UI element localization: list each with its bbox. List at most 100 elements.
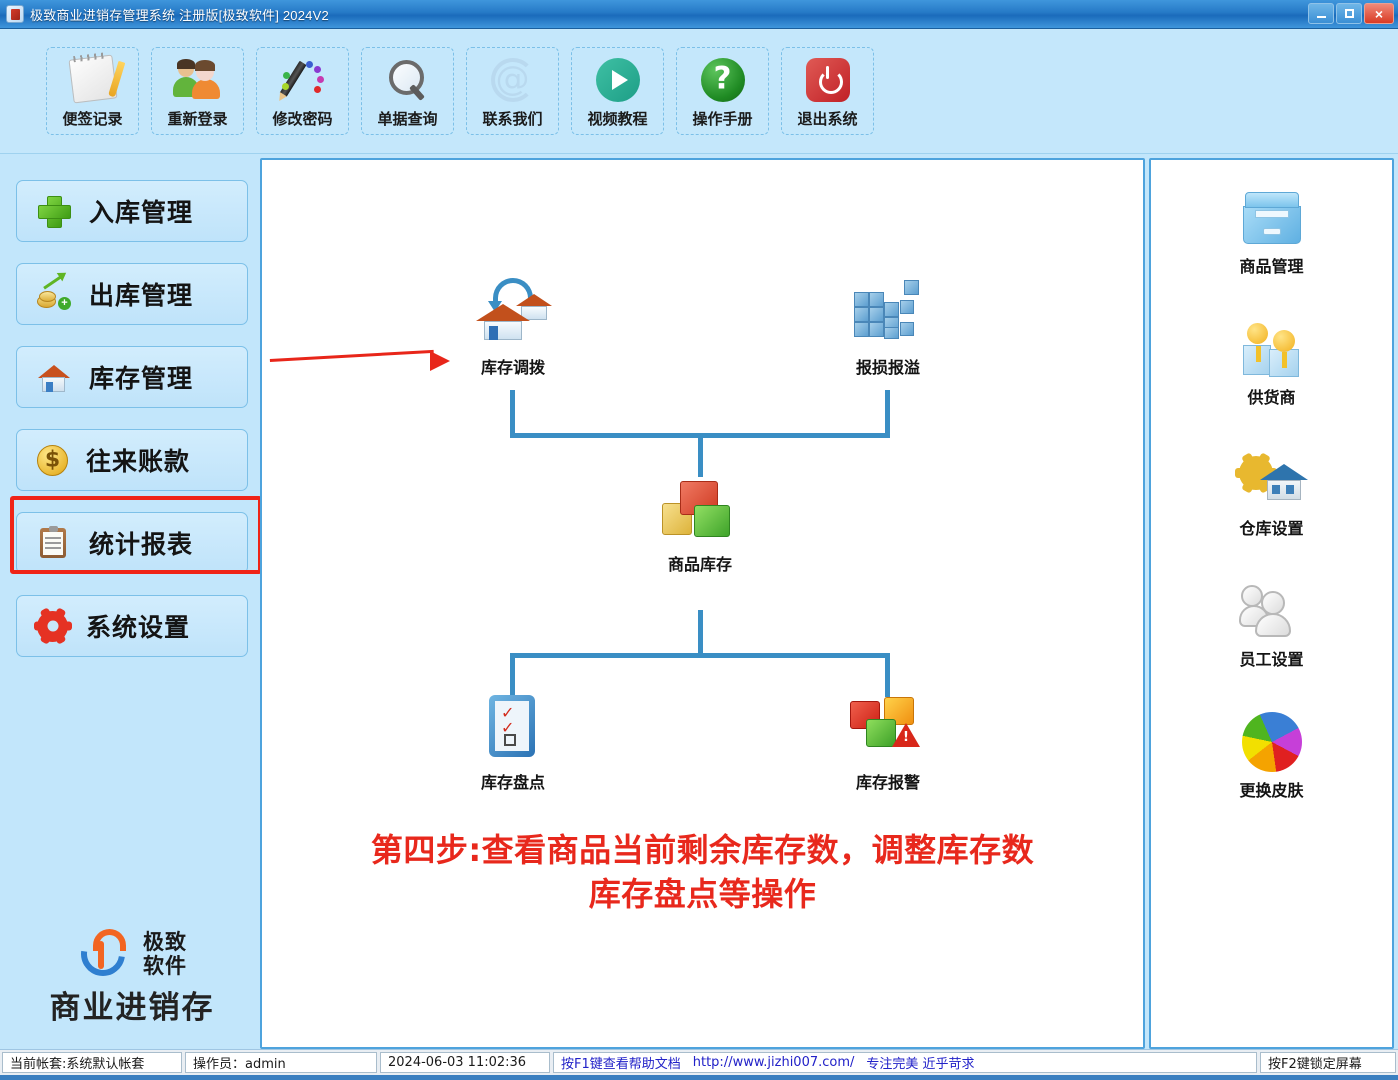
brand-name-line1: 极致 [143,929,187,954]
checklist-tablet-icon: ✓ ✓ [473,693,553,765]
annotation-line-2: 库存盘点等操作 [588,875,817,914]
sidebar-item-label: 往来账款 [86,447,191,476]
money-chart-icon: + [37,273,71,310]
red-pointer-arrow [269,349,460,371]
house-transfer-icon [473,278,553,350]
connector-bottom-horizontal [510,653,890,658]
at-sign-icon [487,55,539,105]
node-label: 库存调拨 [480,358,545,377]
clipboard-icon [37,526,71,559]
right-item-label: 员工设置 [1239,650,1304,669]
window-bottom-edge [0,1075,1398,1080]
pencil-palette-icon [277,55,329,105]
question-circle-icon [697,55,749,105]
two-persons-icon [1239,319,1305,381]
node-inventory-transfer[interactable]: 库存调拨 [443,278,583,378]
status-help-link[interactable]: 按F1键查看帮助文档 http://www.jizhi007.com/ 专注完美… [553,1052,1257,1073]
red-gear-icon [37,607,68,645]
house-icon [37,361,71,393]
toolbar-button-note[interactable]: 便签记录 [46,47,139,135]
right-item-warehouse-settings[interactable]: 仓库设置 [1212,450,1332,539]
node-label: 库存盘点 [480,773,545,792]
connector-top-left-vertical [510,390,515,438]
sidebar-item-label: 入库管理 [89,198,194,227]
toolbar-button-video-tutorial[interactable]: 视频教程 [571,47,664,135]
connector-bottom-right-vertical [885,653,890,697]
minimize-button[interactable] [1308,3,1334,24]
brand-name-line2: 软件 [143,954,187,978]
step-annotation: 第四步:查看商品当前剩余库存数，调整库存数 库存盘点等操作 [262,828,1143,916]
cubes-warning-icon [848,693,928,765]
sidebar-item-outbound[interactable]: + 出库管理 [16,263,248,325]
toolbar-button-contact-us[interactable]: 联系我们 [466,47,559,135]
node-label: 报损报溢 [855,358,920,377]
status-operator: 操作员：admin [185,1052,377,1073]
connector-top-right-vertical [885,390,890,438]
right-item-product-management[interactable]: 商品管理 [1212,188,1332,277]
sidebar-item-inventory[interactable]: 库存管理 [16,346,248,408]
sidebar-item-inbound[interactable]: 入库管理 [16,180,248,242]
green-plus-icon [37,195,71,228]
file-box-icon [1239,188,1305,250]
brand-subtitle: 商业进销存 [49,990,215,1026]
body-area: 入库管理 + 出库管理 库存管理 往来账款 [0,154,1398,1049]
status-datetime: 2024-06-03 11:02:36 [380,1052,550,1073]
group-people-icon [1238,581,1305,643]
right-item-label: 仓库设置 [1239,519,1304,538]
right-sidebar: 商品管理 供货商 仓库设置 员工设置 更换皮肤 [1149,158,1394,1049]
status-lock-hint[interactable]: 按F2键锁定屏幕 [1260,1052,1396,1073]
node-product-stock[interactable]: 商品库存 [630,475,770,575]
toolbar-label: 视频教程 [587,110,648,128]
dollar-coin-icon [37,444,68,476]
right-item-label: 更换皮肤 [1239,781,1304,800]
node-label: 商品库存 [667,555,732,574]
sidebar-item-label: 库存管理 [89,364,194,393]
right-item-supplier[interactable]: 供货商 [1212,319,1332,408]
toolbar-button-change-password[interactable]: 修改密码 [256,47,349,135]
close-icon: × [1374,5,1384,22]
maximize-button[interactable] [1336,3,1362,24]
toolbar-button-exit[interactable]: 退出系统 [781,47,874,135]
node-stock-count[interactable]: ✓ ✓ 库存盘点 [443,693,583,793]
note-icon [67,54,119,105]
right-item-change-skin[interactable]: 更换皮肤 [1212,712,1332,801]
node-label: 库存报警 [855,773,920,792]
application-window: 极致商业进销存管理系统 注册版[极致软件] 2024V2 × 便签记录 重新登录 [0,0,1398,1080]
colored-boxes-icon [660,475,740,547]
sidebar-item-reports[interactable]: 统计报表 [16,512,248,574]
gear-house-icon [1238,450,1308,512]
play-circle-icon [592,55,644,105]
left-sidebar: 入库管理 + 出库管理 库存管理 往来账款 [4,158,262,1049]
toolbar-label: 便签记录 [62,110,123,128]
main-toolbar: 便签记录 重新登录 修改密码 单据查询 @ 联系我们 视频教程 ? 操作手册 退… [0,29,1398,154]
workspace-panel: 库存调拨 报损报溢 商品库存 ✓ ✓ 库存盘点 ! 库存报警 第四步:查看商品当… [260,158,1145,1049]
sidebar-item-settings[interactable]: 系统设置 [16,595,248,657]
right-item-label: 商品管理 [1239,257,1304,276]
toolbar-button-document-query[interactable]: 单据查询 [361,47,454,135]
sidebar-item-label: 统计报表 [89,530,194,559]
brand-logo: 极致 软件 商业进销存 [4,923,260,1027]
close-button[interactable]: × [1364,3,1394,24]
brand-mark-icon [72,923,134,985]
annotation-line-1: 第四步:查看商品当前剩余库存数，调整库存数 [370,831,1035,869]
node-stock-alert[interactable]: 库存报警 [818,693,958,793]
power-icon [802,55,854,105]
connector-bottom-left-vertical [510,653,515,697]
toolbar-button-manual[interactable]: 操作手册 [676,47,769,135]
toolbar-label: 单据查询 [377,110,438,128]
company-slogan: 专注完美 近乎苛求 [866,1057,975,1072]
sidebar-item-label: 系统设置 [86,613,191,642]
toolbar-label: 修改密码 [272,110,333,128]
toolbar-label: 重新登录 [167,110,228,128]
toolbar-button-relogin[interactable]: 重新登录 [151,47,244,135]
toolbar-label: 联系我们 [482,110,543,128]
help-hint-text: 按F1键查看帮助文档 [561,1057,681,1072]
node-loss-overflow[interactable]: 报损报溢 [818,278,958,378]
right-item-staff-settings[interactable]: 员工设置 [1212,581,1332,670]
status-account-set: 当前帐套:系统默认帐套 [2,1052,182,1073]
connector-stock-down-vertical [698,610,703,658]
sidebar-item-accounts[interactable]: 往来账款 [16,429,248,491]
help-url[interactable]: http://www.jizhi007.com/ [693,1055,855,1070]
window-controls: × [1308,3,1394,24]
toolbar-label: 退出系统 [797,110,858,128]
